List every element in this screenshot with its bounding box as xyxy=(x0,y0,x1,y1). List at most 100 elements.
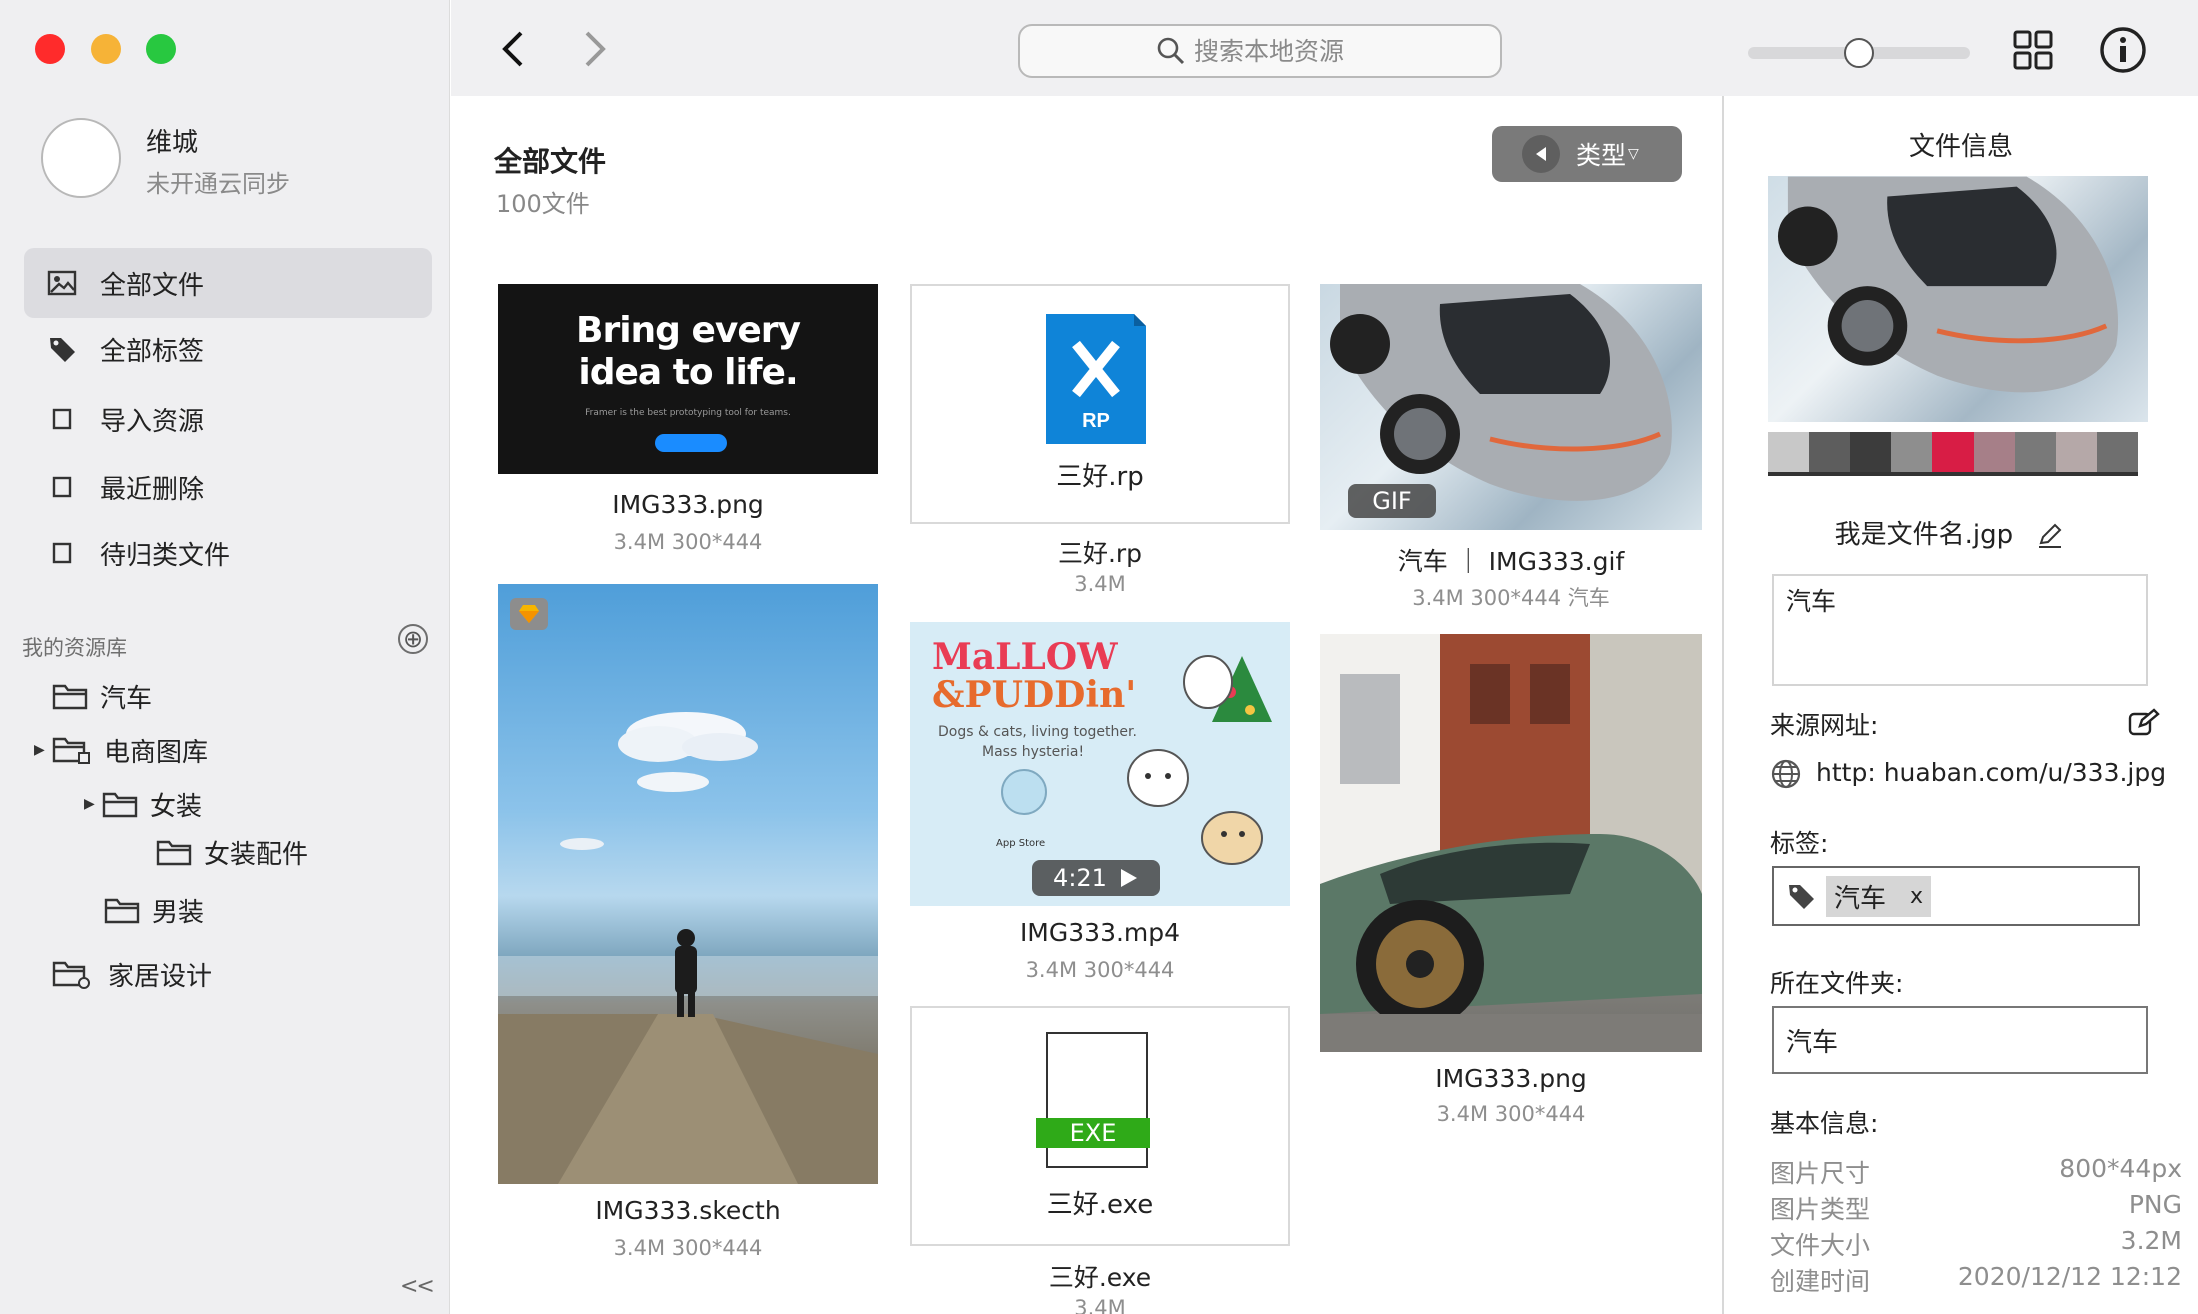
square-icon xyxy=(34,408,90,430)
file-caption: IMG333.skecth xyxy=(595,1196,781,1225)
expand-arrow-icon[interactable]: ▶ xyxy=(34,742,52,758)
collapse-toggle-icon xyxy=(1522,135,1560,173)
collapse-sidebar-button[interactable]: << xyxy=(400,1274,435,1299)
file-type-badge: GIF xyxy=(1348,484,1436,518)
color-swatch[interactable] xyxy=(1932,432,1974,472)
search-icon xyxy=(1157,37,1185,65)
back-button[interactable] xyxy=(493,26,533,72)
folder-label: 家居设计 xyxy=(108,961,213,992)
tags-label: 标签: xyxy=(1770,829,1829,858)
sidebar-item-label: 全部标签 xyxy=(100,336,205,367)
info-key: 图片类型 xyxy=(1770,1195,1871,1224)
grid-icon xyxy=(2013,30,2053,70)
library-folder-home-design[interactable]: 家居设计 xyxy=(52,954,212,994)
user-name: 维城 xyxy=(146,128,199,158)
close-window-button[interactable] xyxy=(35,34,65,64)
library-folder-accessories[interactable]: 女装配件 xyxy=(156,832,308,872)
info-key: 图片尺寸 xyxy=(1770,1159,1871,1188)
video-duration: 4:21 xyxy=(1053,864,1107,892)
sidebar-item-import[interactable]: 导入资源 xyxy=(24,384,432,454)
file-meta: 3.4M 300*444 汽车 xyxy=(1412,586,1610,610)
file-type-badge: RP xyxy=(1082,410,1110,432)
shared-folder-icon xyxy=(52,737,90,764)
folder-field[interactable]: 汽车 xyxy=(1772,1006,2148,1074)
thumbnail-size-slider[interactable] xyxy=(1748,38,1970,68)
library-folder-menswear[interactable]: 男装 xyxy=(104,890,204,930)
sync-status[interactable]: 未开通云同步 xyxy=(146,164,290,199)
sidebar-item-recently-deleted[interactable]: 最近删除 xyxy=(24,452,432,522)
color-swatch[interactable] xyxy=(1809,432,1851,472)
exe-file-icon: EXE xyxy=(1036,1032,1150,1168)
signup-pill xyxy=(655,434,727,452)
library-folder-womenswear[interactable]: ▶ 女装 xyxy=(84,784,202,824)
file-card[interactable]: IMG333.png 3.4M 300*444 xyxy=(1320,634,1702,1126)
file-meta: 3.4M xyxy=(1074,1296,1126,1314)
thumbnail: GIF xyxy=(1320,284,1702,530)
app-window: 维城 未开通云同步 全部文件 全部标签 导入资源 最近删除 待归类文件 我的资源… xyxy=(0,0,2198,1314)
library-folder-ecommerce[interactable]: ▶ 电商图库 xyxy=(34,730,208,770)
folder-label: 女装配件 xyxy=(204,839,309,870)
file-caption: IMG333.mp4 xyxy=(1019,918,1181,947)
sidebar-item-all-tags[interactable]: 全部标签 xyxy=(24,314,432,384)
linked-folder-icon xyxy=(52,961,90,989)
library-section-title: 我的资源库 xyxy=(22,636,127,660)
tags-field[interactable]: 汽车 x xyxy=(1772,866,2140,926)
info-key: 创建时间 xyxy=(1770,1267,1871,1296)
file-card[interactable]: EXE 三好.exe 三好.exe 3.4M xyxy=(910,1006,1290,1314)
folder-label: 女装 xyxy=(150,791,203,822)
sidebar-item-unclassified[interactable]: 待归类文件 xyxy=(24,518,432,588)
file-meta: 3.4M 300*444 xyxy=(613,530,763,554)
library-folder-cars[interactable]: 汽车 xyxy=(52,676,152,716)
file-card[interactable]: RP 三好.rp 三好.rp 3.4M xyxy=(910,284,1290,596)
expand-arrow-icon[interactable]: ▶ xyxy=(84,796,102,812)
forward-button[interactable] xyxy=(575,26,615,72)
thumbnail-headline: Bring every xyxy=(576,310,801,351)
file-card[interactable]: MaLLOW &PUDDin' Dogs & cats, living toge… xyxy=(910,622,1290,982)
chevron-right-icon xyxy=(585,31,606,67)
file-meta: 3.4M 300*444 xyxy=(613,1236,763,1260)
info-value: 3.2M xyxy=(2120,1226,2182,1255)
color-swatch[interactable] xyxy=(1891,432,1933,472)
info-button[interactable] xyxy=(2097,24,2149,76)
file-meta: 3.4M 300*444 xyxy=(1436,1102,1586,1126)
search-input[interactable] xyxy=(1194,36,1364,66)
info-value: PNG xyxy=(2128,1190,2182,1219)
tag-icon xyxy=(1789,885,1814,909)
color-swatch[interactable] xyxy=(2014,432,2056,472)
file-meta: 3.4M xyxy=(1074,572,1126,596)
color-swatch[interactable] xyxy=(2055,432,2097,472)
filter-label: 类型 xyxy=(1576,141,1627,170)
file-caption: 汽车 ｜ IMG333.gif xyxy=(1397,547,1625,576)
tag-icon xyxy=(34,334,90,364)
tag-remove-button[interactable]: x xyxy=(1910,884,1923,909)
file-card[interactable]: GIF 汽车 ｜ IMG333.gif 3.4M 300*444 汽车 xyxy=(1320,284,1702,610)
color-swatch[interactable] xyxy=(1768,432,1810,472)
thumbnail xyxy=(498,584,878,1184)
grid-view-button[interactable] xyxy=(2009,26,2057,74)
app-store-label: App Store xyxy=(996,838,1046,849)
slider-knob[interactable] xyxy=(1844,38,1874,68)
source-url-link[interactable]: http: huaban.com/u/333.jpg xyxy=(1816,758,2166,787)
color-swatch[interactable] xyxy=(1850,432,1892,472)
type-filter-button[interactable]: 类型 ▽ xyxy=(1492,126,1682,182)
color-swatch[interactable] xyxy=(1973,432,2015,472)
file-caption: 三好.exe xyxy=(1048,1263,1152,1292)
search-box[interactable] xyxy=(1018,24,1502,78)
sidebar-item-label: 最近删除 xyxy=(100,474,205,505)
add-library-button[interactable]: ⊕ xyxy=(398,624,428,654)
file-caption: 三好.rp xyxy=(1057,539,1143,568)
edit-icon[interactable] xyxy=(2128,708,2160,738)
sidebar-item-all-files[interactable]: 全部文件 xyxy=(24,248,432,318)
color-palette xyxy=(1768,432,2138,476)
minimize-window-button[interactable] xyxy=(91,34,121,64)
file-card[interactable]: IMG333.skecth 3.4M 300*444 xyxy=(498,584,878,1260)
file-type-badge: EXE xyxy=(1036,1118,1150,1148)
color-swatch[interactable] xyxy=(2096,432,2138,472)
description-field[interactable]: 汽车 xyxy=(1772,574,2148,686)
file-card[interactable]: Bring every idea to life. Framer is the … xyxy=(498,284,878,554)
zoom-window-button[interactable] xyxy=(146,34,176,64)
avatar[interactable] xyxy=(41,118,121,198)
info-row: 图片类型 PNG xyxy=(1770,1190,2182,1226)
tag-chip[interactable]: 汽车 x xyxy=(1826,875,1932,917)
pencil-icon[interactable] xyxy=(2037,523,2063,549)
